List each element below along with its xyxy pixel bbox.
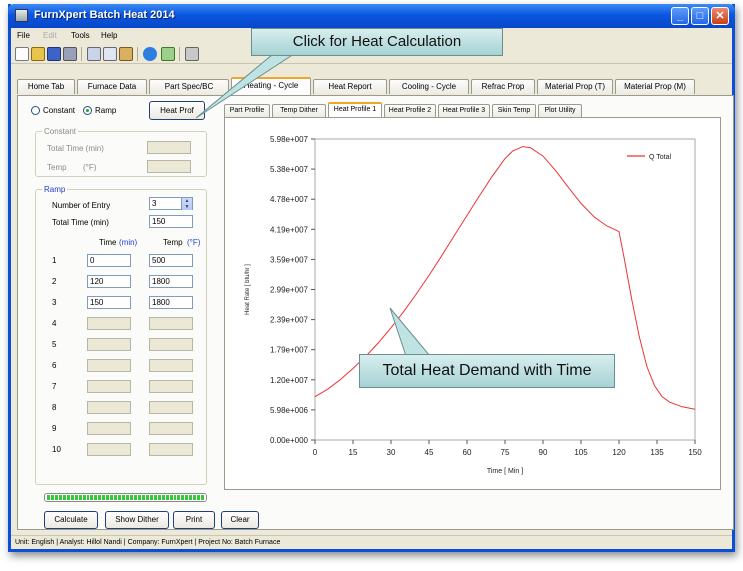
heat-demand-callout: Total Heat Demand with Time <box>359 354 615 388</box>
chart-callout-pointer <box>389 307 432 357</box>
top-callout-pointer <box>195 49 302 119</box>
callout-pointers <box>195 49 432 357</box>
heat-calculation-callout: Click for Heat Calculation <box>251 28 503 56</box>
